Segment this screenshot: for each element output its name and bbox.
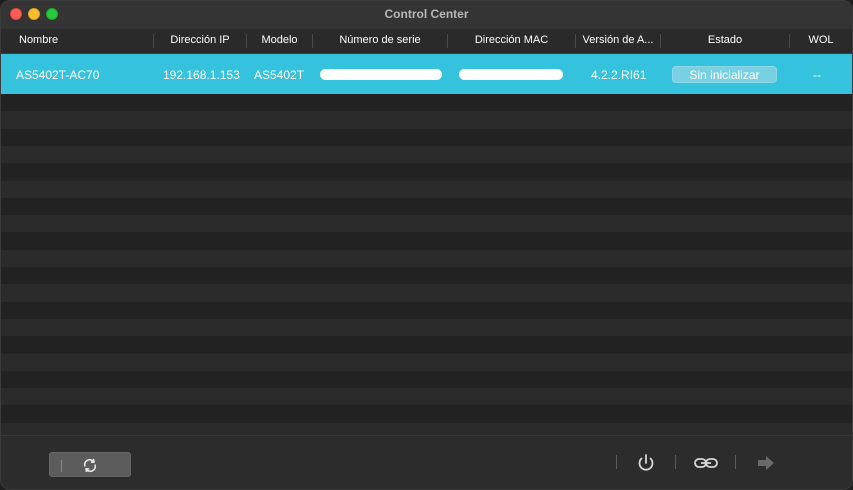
refresh-icon (83, 458, 97, 473)
window-title: Control Center (384, 7, 469, 21)
cell-name: AS5402T-AC70 (16, 68, 100, 82)
title-bar[interactable]: Control Center (1, 1, 852, 30)
link-icon[interactable] (693, 451, 719, 475)
empty-table-row (1, 284, 852, 302)
empty-table-row (1, 180, 852, 198)
empty-table-row (1, 405, 852, 423)
cell-ip: 192.168.1.153 (163, 68, 240, 82)
column-header-wol[interactable]: WOL (790, 29, 852, 53)
column-header-model[interactable]: Modelo (247, 29, 312, 53)
status-uninitialized-button[interactable]: Sin inicializar (672, 66, 777, 83)
redacted-serial-number (320, 69, 442, 80)
empty-table-row (1, 422, 852, 435)
column-header-mac[interactable]: Dirección MAC (448, 29, 575, 53)
empty-table-row (1, 318, 852, 337)
cell-version: 4.2.2.RI61 (591, 68, 647, 82)
empty-table-row (1, 215, 852, 233)
empty-table-row (1, 94, 852, 112)
button-divider (61, 460, 62, 472)
device-table: AS5402T-AC70 192.168.1.153 AS5402T 4.2.2… (1, 54, 852, 435)
empty-table-row (1, 232, 852, 250)
empty-table-row (1, 197, 852, 216)
table-header: Nombre Dirección IP Modelo Número de ser… (1, 29, 852, 54)
column-header-serial[interactable]: Número de serie (313, 29, 447, 53)
empty-table-row (1, 301, 852, 319)
redacted-mac-address (459, 69, 563, 80)
column-header-name[interactable]: Nombre (1, 29, 153, 53)
cell-wol: -- (813, 68, 821, 82)
empty-table-row (1, 370, 852, 389)
empty-table-row (1, 128, 852, 146)
column-header-ip[interactable]: Dirección IP (154, 29, 246, 53)
refresh-button[interactable] (49, 452, 131, 477)
cell-model: AS5402T (254, 68, 305, 82)
power-icon[interactable] (634, 451, 658, 475)
empty-table-row (1, 163, 852, 181)
bottom-toolbar (1, 435, 852, 489)
empty-table-row (1, 145, 852, 164)
column-header-version[interactable]: Versión de A... (576, 29, 660, 53)
empty-table-row (1, 388, 852, 406)
empty-table-row (1, 267, 852, 285)
control-center-window: Control Center Nombre Dirección IP Model… (0, 0, 853, 490)
empty-table-row (1, 353, 852, 371)
table-row[interactable]: AS5402T-AC70 192.168.1.153 AS5402T 4.2.2… (1, 54, 852, 94)
column-header-status[interactable]: Estado (661, 29, 789, 53)
toolbar-divider (735, 455, 736, 469)
toolbar-divider (675, 455, 676, 469)
empty-table-row (1, 111, 852, 129)
empty-table-row (1, 249, 852, 267)
toolbar-divider (616, 455, 617, 469)
empty-table-row (1, 336, 852, 354)
arrow-right-icon[interactable] (755, 451, 779, 475)
